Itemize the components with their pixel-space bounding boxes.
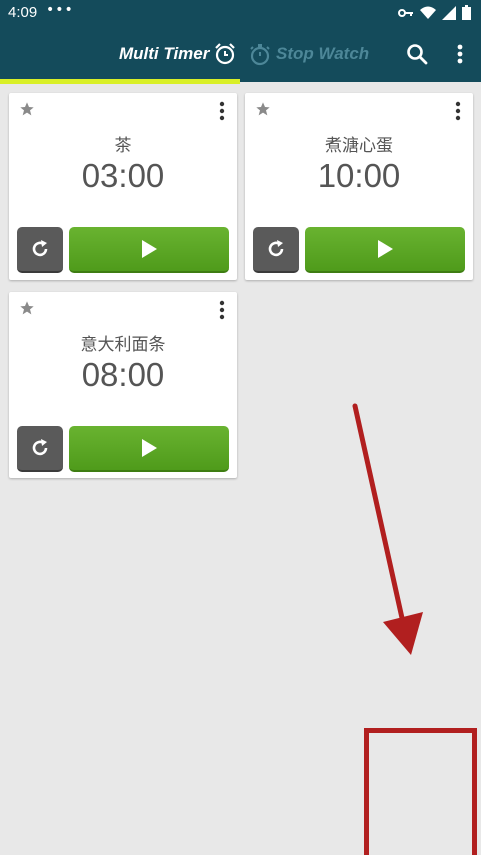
highlight-box [364,728,477,855]
annotation-arrow [352,403,423,655]
